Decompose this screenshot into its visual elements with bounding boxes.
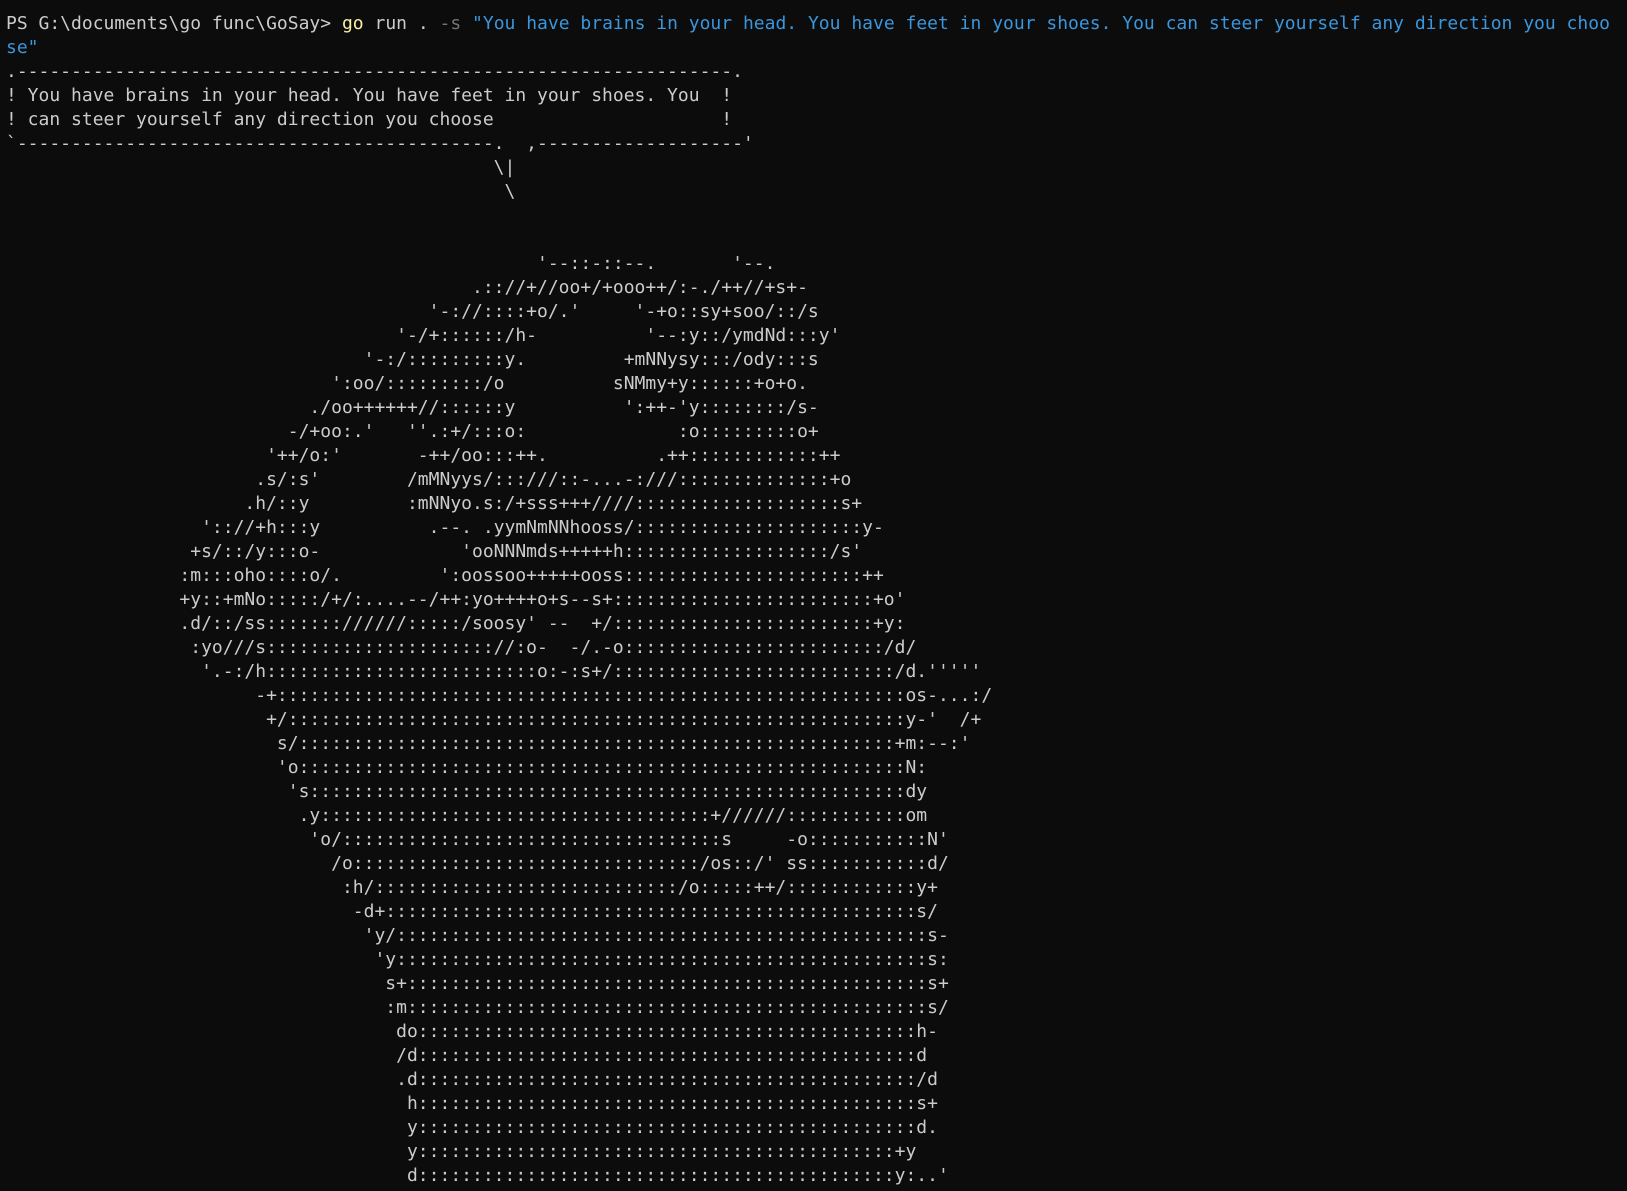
prompt-path: PS G:\documents\go func\GoSay> bbox=[6, 13, 342, 34]
terminal-window[interactable]: PS G:\documents\go func\GoSay> go run . … bbox=[0, 0, 1627, 1191]
command-args: run . bbox=[363, 13, 440, 34]
ascii-art: '--::-::--. '--. .:://+//oo+/+ooo++/:-./… bbox=[179, 253, 993, 1186]
command-name: go bbox=[341, 13, 364, 34]
command-flag: -s bbox=[439, 13, 462, 34]
command-prompt-line: PS G:\documents\go func\GoSay> go run . … bbox=[6, 12, 1618, 60]
speech-bubble: .---------------------------------------… bbox=[6, 61, 754, 202]
